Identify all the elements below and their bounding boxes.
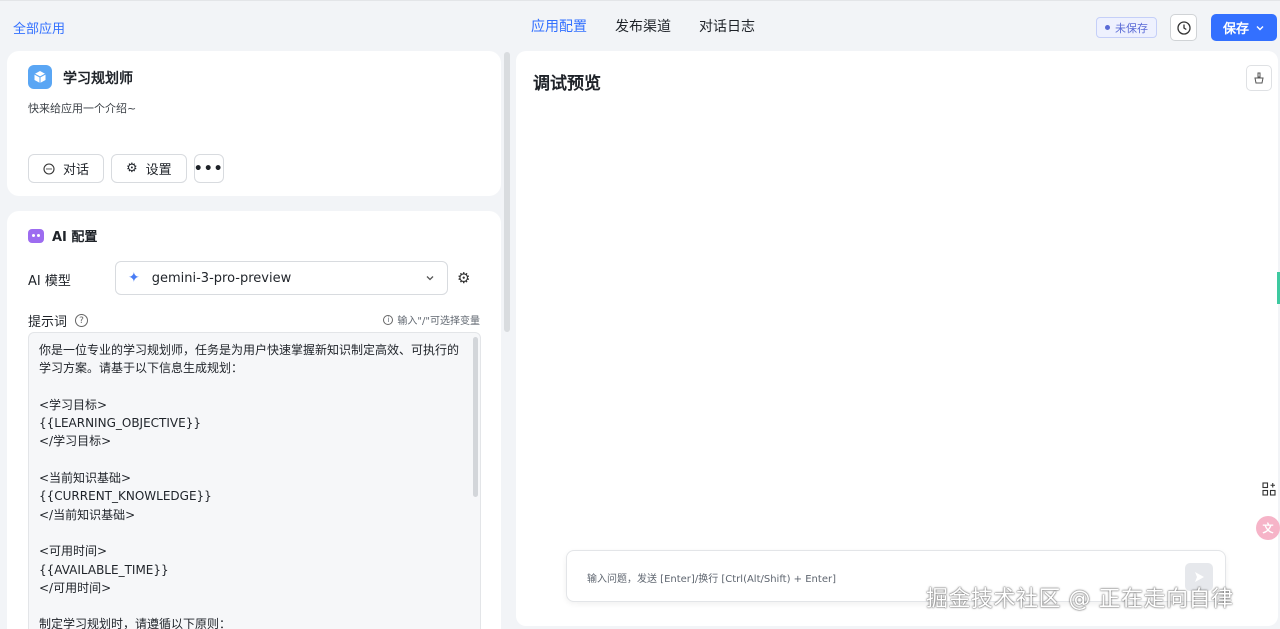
left-panel-scrollbar[interactable] <box>504 52 510 332</box>
app-info-card: 学习规划师 快来给应用一个介绍~ 对话 ⚙ 设置 ••• <box>7 51 501 196</box>
all-apps-link[interactable]: 全部应用 <box>13 18 65 37</box>
prompt-scrollbar[interactable] <box>473 337 478 497</box>
chat-input-placeholder: 输入问题，发送 [Enter]/换行 [Ctrl(Alt/Shift) + En… <box>587 574 836 585</box>
model-settings-icon[interactable]: ⚙ <box>457 269 470 287</box>
chat-bubble-icon <box>43 162 55 175</box>
more-button[interactable]: ••• <box>193 154 224 183</box>
model-select[interactable]: ✦ gemini-3-pro-preview <box>115 261 448 295</box>
model-label: AI 模型 <box>28 274 71 289</box>
prompt-label-row: 提示词 ? <box>28 311 89 330</box>
clock-icon <box>1176 20 1191 35</box>
unsaved-badge: 未保存 <box>1096 17 1157 38</box>
prompt-hint: i 输入"/"可选择变量 <box>383 312 480 327</box>
tab-publish-channels[interactable]: 发布渠道 <box>615 16 671 36</box>
status-dot <box>1105 25 1110 30</box>
chevron-down-icon <box>1256 25 1264 30</box>
chat-button-label: 对话 <box>63 163 90 178</box>
tab-app-config[interactable]: 应用配置 <box>531 16 587 36</box>
model-name: gemini-3-pro-preview <box>151 270 292 286</box>
save-button[interactable]: 保存 <box>1211 14 1277 41</box>
unsaved-label: 未保存 <box>1115 21 1148 35</box>
translate-icon[interactable]: 文 <box>1256 516 1280 540</box>
debug-preview-panel: 调试预览 输入问题，发送 [Enter]/换行 [Ctrl(Alt/Shift)… <box>516 51 1278 626</box>
app-description[interactable]: 快来给应用一个介绍~ <box>28 100 136 116</box>
clear-chat-button[interactable] <box>1246 65 1272 91</box>
ai-config-title: AI 配置 <box>52 230 98 245</box>
apps-grid-icon[interactable] <box>1259 479 1279 499</box>
prompt-text[interactable]: 你是一位专业的学习规划师，任务是为用户快速掌握新知识制定高效、可执行的学习方案。… <box>39 341 464 629</box>
watermark: 掘金技术社区 @ 正在走向自律 <box>926 587 1234 612</box>
history-button[interactable] <box>1170 14 1197 41</box>
app-actions: 对话 ⚙ 设置 ••• <box>28 154 224 183</box>
prompt-editor[interactable]: 你是一位专业的学习规划师，任务是为用户快速掌握新知识制定高效、可执行的学习方案。… <box>28 332 481 629</box>
settings-button[interactable]: ⚙ 设置 <box>111 154 187 183</box>
chat-button[interactable]: 对话 <box>28 154 105 183</box>
sparkle-icon: ✦ <box>128 270 140 286</box>
app-name: 学习规划师 <box>63 71 133 87</box>
cube-icon[interactable] <box>28 65 52 89</box>
broom-icon <box>1254 72 1264 84</box>
tab-chat-logs[interactable]: 对话日志 <box>699 16 755 36</box>
info-icon: i <box>383 314 394 325</box>
prompt-hint-text: 输入"/"可选择变量 <box>397 316 480 327</box>
main-tabs: 应用配置 发布渠道 对话日志 <box>531 16 755 36</box>
ai-config-header: AI 配置 <box>28 226 97 245</box>
save-label: 保存 <box>1222 22 1249 37</box>
help-icon[interactable]: ? <box>75 314 89 327</box>
chevron-down-icon <box>426 276 434 281</box>
preview-title: 调试预览 <box>533 74 601 94</box>
settings-button-label: 设置 <box>145 163 172 178</box>
prompt-label: 提示词 <box>28 315 68 330</box>
gear-icon: ⚙ <box>126 161 138 176</box>
ai-config-card: AI 配置 AI 模型 ✦ gemini-3-pro-preview ⚙ 提示词… <box>7 211 501 629</box>
top-bar: 全部应用 应用配置 发布渠道 对话日志 未保存 保存 <box>0 0 1280 52</box>
robot-icon <box>28 228 44 243</box>
